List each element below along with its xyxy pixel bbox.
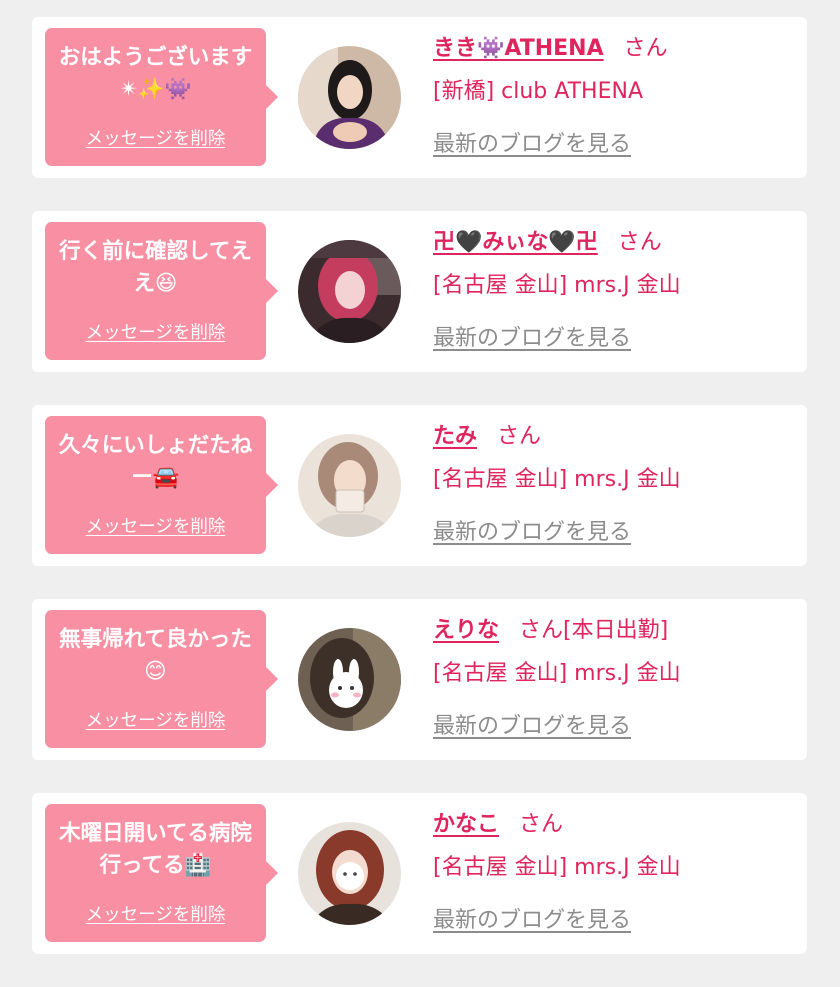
name-line: 卍🖤みぃな🖤卍 さん xyxy=(433,227,797,259)
delete-message-link[interactable]: メッセージを削除 xyxy=(45,513,266,538)
avatar[interactable] xyxy=(298,46,401,149)
message-bubble: 久々にいしょだたねー🚘 メッセージを削除 xyxy=(45,416,278,554)
honorific: さん xyxy=(497,424,542,449)
avatar[interactable] xyxy=(298,628,401,731)
message-card: 行く前に確認してええ😆 メッセージを削除 卍🖤みぃな🖤卍 さん [名古屋 金山] … xyxy=(32,211,807,372)
message-card: 無事帰れて良かった😊 メッセージを削除 えりな さん[本日出勤] [名古屋 金山] xyxy=(32,599,807,760)
delete-message-link[interactable]: メッセージを削除 xyxy=(45,319,266,344)
latest-blog-link[interactable]: 最新のブログを見る xyxy=(433,518,631,548)
shop-label: [名古屋 金山] mrs.J 金山 xyxy=(433,273,681,298)
profile-info: かなこ さん [名古屋 金山] mrs.J 金山 最新のブログを見る xyxy=(433,809,797,936)
message-text: 久々にいしょだたねー🚘 xyxy=(58,433,253,490)
message-bubble: おはようございます✴✨👾 メッセージを削除 xyxy=(45,28,278,166)
honorific: さん xyxy=(623,36,668,61)
profile-info: えりな さん[本日出勤] [名古屋 金山] mrs.J 金山 最新のブログを見る xyxy=(433,615,797,742)
profile-info: たみ さん [名古屋 金山] mrs.J 金山 最新のブログを見る xyxy=(433,421,797,548)
message-text: 無事帰れて良かった😊 xyxy=(59,627,252,684)
profile-info: きき👾ATHENA さん [新橋] club ATHENA 最新のブログを見る xyxy=(433,33,797,160)
delete-message-link[interactable]: メッセージを削除 xyxy=(45,707,266,732)
honorific: さん[本日出勤] xyxy=(519,618,669,643)
message-list: おはようございます✴✨👾 メッセージを削除 きき👾ATHENA さん [新橋] c… xyxy=(32,17,807,987)
profile-info: 卍🖤みぃな🖤卍 さん [名古屋 金山] mrs.J 金山 最新のブログを見る xyxy=(433,227,797,354)
shop-label: [新橋] club ATHENA xyxy=(433,79,643,104)
honorific: さん xyxy=(617,230,662,255)
message-bubble: 木曜日開いてる病院行ってる🏥 メッセージを削除 xyxy=(45,804,278,942)
latest-blog-link[interactable]: 最新のブログを見る xyxy=(433,324,631,354)
message-text: おはようございます✴✨👾 xyxy=(58,45,253,102)
profile-name-link[interactable]: 卍🖤みぃな🖤卍 xyxy=(433,230,598,255)
profile-name-link[interactable]: きき👾ATHENA xyxy=(433,36,604,61)
honorific: さん xyxy=(519,812,564,837)
shop-label: [名古屋 金山] mrs.J 金山 xyxy=(433,467,681,492)
delete-message-link[interactable]: メッセージを削除 xyxy=(45,901,266,926)
name-line: かなこ さん xyxy=(433,809,797,841)
name-line: たみ さん xyxy=(433,421,797,453)
message-bubble: 行く前に確認してええ😆 メッセージを削除 xyxy=(45,222,278,360)
message-card: おはようございます✴✨👾 メッセージを削除 きき👾ATHENA さん [新橋] c… xyxy=(32,17,807,178)
message-text: 木曜日開いてる病院行ってる🏥 xyxy=(59,821,252,878)
latest-blog-link[interactable]: 最新のブログを見る xyxy=(433,130,631,160)
avatar[interactable] xyxy=(298,822,401,925)
message-card: 木曜日開いてる病院行ってる🏥 メッセージを削除 かなこ さん [名古屋 金山] m… xyxy=(32,793,807,954)
message-card: 久々にいしょだたねー🚘 メッセージを削除 たみ さん [名古屋 金山] mrs.J… xyxy=(32,405,807,566)
avatar[interactable] xyxy=(298,240,401,343)
latest-blog-link[interactable]: 最新のブログを見る xyxy=(433,906,631,936)
latest-blog-link[interactable]: 最新のブログを見る xyxy=(433,712,631,742)
avatar[interactable] xyxy=(298,434,401,537)
shop-label: [名古屋 金山] mrs.J 金山 xyxy=(433,661,681,686)
profile-name-link[interactable]: たみ xyxy=(433,424,477,449)
message-text: 行く前に確認してええ😆 xyxy=(59,239,252,296)
delete-message-link[interactable]: メッセージを削除 xyxy=(45,125,266,150)
shop-label: [名古屋 金山] mrs.J 金山 xyxy=(433,855,681,880)
profile-name-link[interactable]: えりな xyxy=(433,618,499,643)
profile-name-link[interactable]: かなこ xyxy=(433,812,499,837)
name-line: きき👾ATHENA さん xyxy=(433,33,797,65)
name-line: えりな さん[本日出勤] xyxy=(433,615,797,647)
message-bubble: 無事帰れて良かった😊 メッセージを削除 xyxy=(45,610,278,748)
